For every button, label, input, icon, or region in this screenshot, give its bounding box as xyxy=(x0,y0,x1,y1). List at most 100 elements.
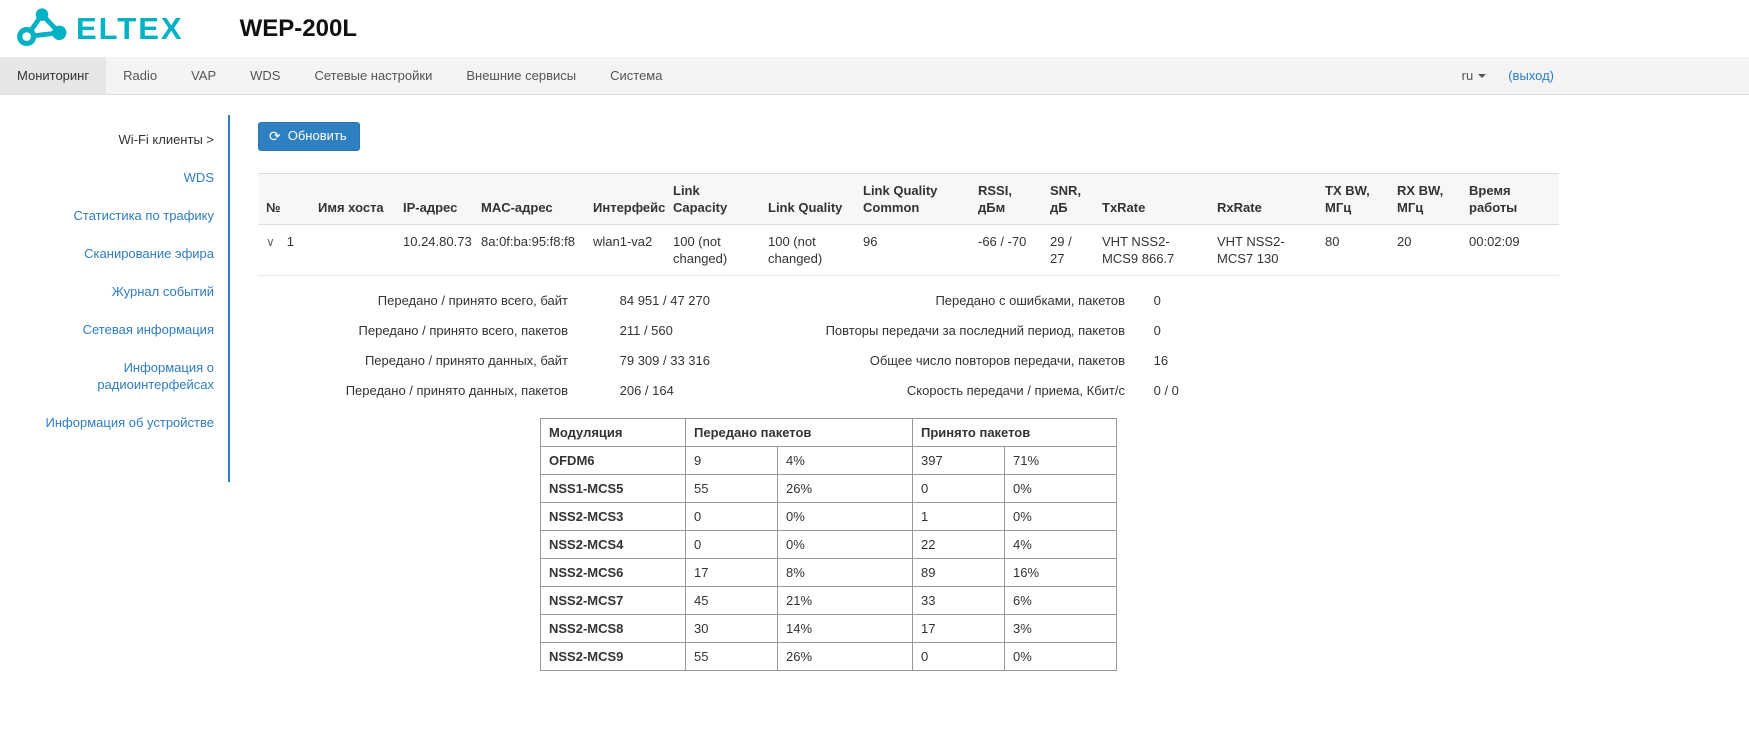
client-hostname xyxy=(310,225,395,276)
mod-rx-pct: 0% xyxy=(1005,503,1117,531)
col-header-hostname: Имя хоста xyxy=(310,174,395,225)
brand-name: ELTEX xyxy=(76,11,184,47)
mod-tx-count: 55 xyxy=(686,475,778,503)
mod-name: NSS2-MCS3 xyxy=(541,503,686,531)
sidebar-item-air-scan[interactable]: Сканирование эфира xyxy=(40,245,214,262)
client-uptime: 00:02:09 xyxy=(1461,225,1559,276)
col-header-link-capacity: Link Capacity xyxy=(665,174,760,225)
collapse-chevron-icon[interactable]: ∨ xyxy=(266,234,275,251)
mod-rx-count: 0 xyxy=(913,475,1005,503)
sidebar: Wi-Fi клиенты > WDS Статистика по трафик… xyxy=(0,115,230,482)
modulation-row: NSS2-MCS8 30 14% 17 3% xyxy=(541,615,1117,643)
sidebar-item-radio-info[interactable]: Информация о радиоинтерфейсах xyxy=(40,359,214,393)
tab-monitoring[interactable]: Мониторинг xyxy=(0,57,106,94)
mod-tx-pct: 4% xyxy=(778,447,913,475)
detail-value: 0 / 0 xyxy=(1154,382,1179,399)
refresh-button[interactable]: ⟳ Обновить xyxy=(258,122,360,151)
detail-label: Передано / принято данных, пакетов xyxy=(258,382,568,399)
sidebar-item-device-info[interactable]: Информация об устройстве xyxy=(40,414,214,431)
mod-tx-count: 30 xyxy=(686,615,778,643)
mod-tx-pct: 26% xyxy=(778,643,913,671)
detail-label: Передано / принято всего, байт xyxy=(258,292,568,309)
col-header-rx-bw: RX BW, МГц xyxy=(1389,174,1461,225)
client-tx-bw: 80 xyxy=(1317,225,1389,276)
detail-row: Передано / принято всего, пакетов 211 / … xyxy=(258,322,710,339)
mod-tx-count: 9 xyxy=(686,447,778,475)
mod-rx-count: 22 xyxy=(913,531,1005,559)
sidebar-item-wifi-clients[interactable]: Wi-Fi клиенты > xyxy=(40,131,214,148)
refresh-button-label: Обновить xyxy=(288,128,347,144)
mod-rx-count: 17 xyxy=(913,615,1005,643)
sidebar-item-network-info[interactable]: Сетевая информация xyxy=(40,321,214,338)
mod-tx-pct: 0% xyxy=(778,531,913,559)
client-interface: wlan1-va2 xyxy=(585,225,665,276)
col-header-num: № xyxy=(258,174,310,225)
client-rxrate: VHT NSS2-MCS7 130 xyxy=(1209,225,1317,276)
modulation-row: NSS2-MCS7 45 21% 33 6% xyxy=(541,587,1117,615)
col-header-rssi: RSSI, дБм xyxy=(970,174,1042,225)
col-header-interface: Интерфейс xyxy=(585,174,665,225)
chevron-down-icon xyxy=(1478,74,1486,78)
language-selector[interactable]: ru xyxy=(1462,68,1487,83)
sidebar-item-traffic-stats[interactable]: Статистика по трафику xyxy=(40,207,214,224)
detail-value: 84 951 / 47 270 xyxy=(620,292,710,309)
client-num-cell: ∨1 xyxy=(258,225,310,276)
mod-rx-pct: 4% xyxy=(1005,531,1117,559)
mod-rx-count: 1 xyxy=(913,503,1005,531)
detail-value: 0 xyxy=(1154,322,1161,339)
modulation-row: NSS2-MCS9 55 26% 0 0% xyxy=(541,643,1117,671)
tab-vap[interactable]: VAP xyxy=(174,57,233,94)
client-details-left: Передано / принято всего, байт 84 951 / … xyxy=(258,292,710,412)
detail-row: Скорость передачи / приема, Кбит/с 0 / 0 xyxy=(710,382,1179,399)
tab-wds[interactable]: WDS xyxy=(233,57,297,94)
client-mac: 8a:0f:ba:95:f8:f8 xyxy=(473,225,585,276)
mod-tx-pct: 21% xyxy=(778,587,913,615)
language-label: ru xyxy=(1462,68,1474,83)
tab-external-services[interactable]: Внешние сервисы xyxy=(449,57,593,94)
mod-name: NSS1-MCS5 xyxy=(541,475,686,503)
detail-row: Повторы передачи за последний период, па… xyxy=(710,322,1179,339)
mod-tx-count: 0 xyxy=(686,503,778,531)
mod-rx-pct: 16% xyxy=(1005,559,1117,587)
logout-link[interactable]: (выход) xyxy=(1508,68,1554,83)
col-header-snr: SNR, дБ xyxy=(1042,174,1094,225)
client-link-quality: 100 (not changed) xyxy=(760,225,855,276)
mod-tx-count: 45 xyxy=(686,587,778,615)
sidebar-item-wds[interactable]: WDS xyxy=(40,169,214,186)
detail-value: 206 / 164 xyxy=(620,382,674,399)
col-header-mac: MAC-адрес xyxy=(473,174,585,225)
eltex-logo: ELTEX xyxy=(10,4,184,53)
mod-name: NSS2-MCS9 xyxy=(541,643,686,671)
detail-row: Общее число повторов передачи, пакетов 1… xyxy=(710,352,1179,369)
detail-label: Передано / принято всего, пакетов xyxy=(258,322,568,339)
detail-label: Скорость передачи / приема, Кбит/с xyxy=(710,382,1125,399)
mod-tx-count: 17 xyxy=(686,559,778,587)
main-panel: ⟳ Обновить № Имя хоста IP-адрес MAC-адре… xyxy=(230,115,1749,671)
col-header-link-quality-common: Link Quality Common xyxy=(855,174,970,225)
detail-value: 16 xyxy=(1154,352,1168,369)
content-area: Wi-Fi клиенты > WDS Статистика по трафик… xyxy=(0,95,1749,671)
client-details: Передано / принято всего, байт 84 951 / … xyxy=(258,292,1559,412)
mod-tx-pct: 26% xyxy=(778,475,913,503)
modulation-row: NSS1-MCS5 55 26% 0 0% xyxy=(541,475,1117,503)
main-nav: Мониторинг Radio VAP WDS Сетевые настрой… xyxy=(0,57,1749,95)
mod-rx-pct: 71% xyxy=(1005,447,1117,475)
mod-tx-count: 0 xyxy=(686,531,778,559)
tab-system[interactable]: Система xyxy=(593,57,679,94)
mod-name: OFDM6 xyxy=(541,447,686,475)
modulation-header-row: Модуляция Передано пакетов Принято пакет… xyxy=(541,419,1117,447)
modulation-row: NSS2-MCS3 0 0% 1 0% xyxy=(541,503,1117,531)
client-rx-bw: 20 xyxy=(1389,225,1461,276)
sidebar-item-event-log[interactable]: Журнал событий xyxy=(40,283,214,300)
client-txrate: VHT NSS2-MCS9 866.7 xyxy=(1094,225,1209,276)
tab-radio[interactable]: Radio xyxy=(106,57,174,94)
modulation-table: Модуляция Передано пакетов Принято пакет… xyxy=(540,418,1117,671)
detail-label: Передано / принято данных, байт xyxy=(258,352,568,369)
col-header-link-quality: Link Quality xyxy=(760,174,855,225)
tab-network-settings[interactable]: Сетевые настройки xyxy=(297,57,449,94)
mod-rx-pct: 3% xyxy=(1005,615,1117,643)
col-header-txrate: TxRate xyxy=(1094,174,1209,225)
mod-rx-count: 0 xyxy=(913,643,1005,671)
refresh-icon: ⟳ xyxy=(269,129,281,143)
mod-name: NSS2-MCS7 xyxy=(541,587,686,615)
